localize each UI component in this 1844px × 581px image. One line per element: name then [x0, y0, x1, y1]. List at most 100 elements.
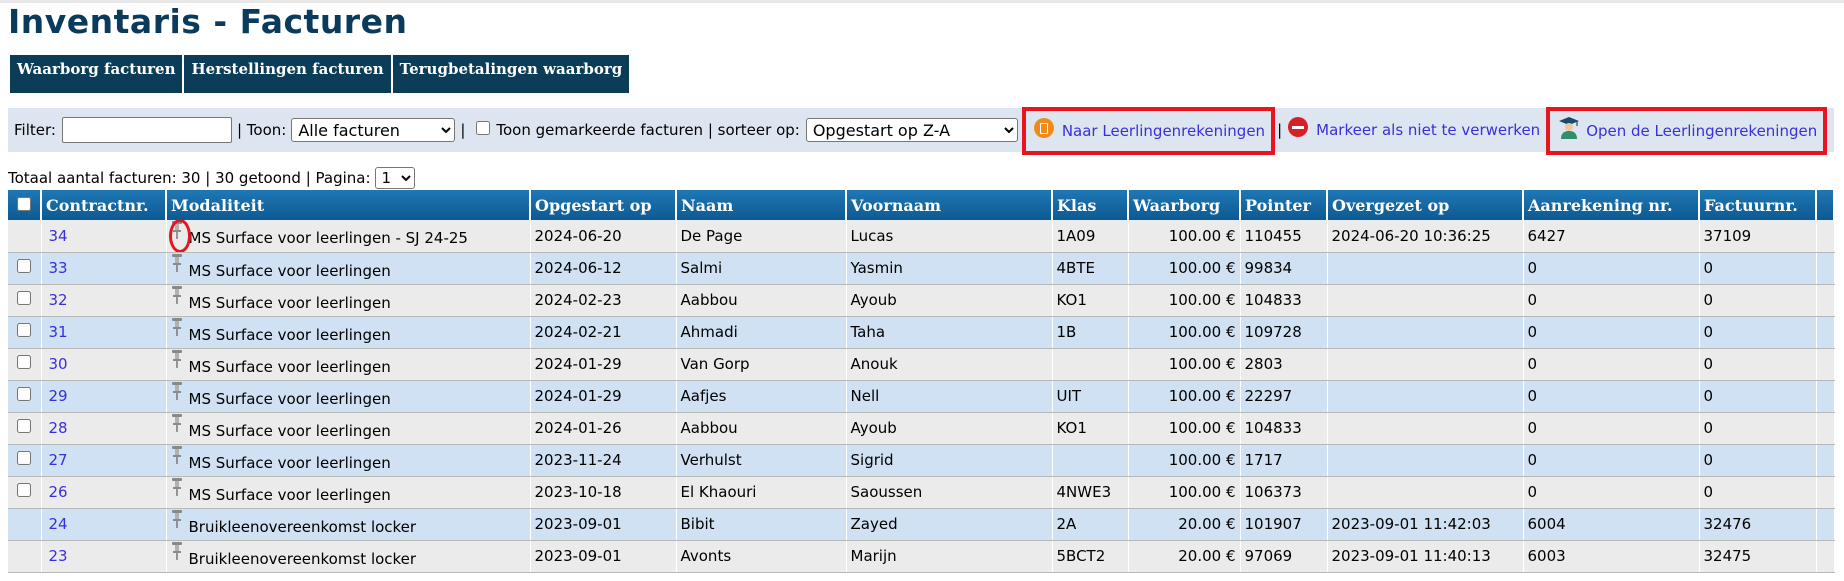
contract-link[interactable]: 28 [49, 419, 68, 437]
pointer-cell: 1717 [1240, 444, 1328, 477]
header-klas[interactable]: Klas [1052, 190, 1129, 220]
separator: | [460, 121, 466, 139]
voornaam-cell: Ayoub [846, 284, 1053, 317]
header-aanrekening-nr[interactable]: Aanrekening nr. [1523, 190, 1700, 220]
klas-cell: UIT [1052, 380, 1129, 413]
page-select[interactable]: 1 [374, 167, 415, 189]
waarborg-cell: 100.00 € [1128, 316, 1241, 349]
naar-leerlingenrekeningen-link[interactable]: Naar Leerlingenrekeningen [1033, 118, 1265, 140]
filter-input[interactable] [61, 117, 232, 143]
modaliteit-cell: MS Surface voor leerlingen [166, 316, 531, 349]
table-header-row: Contractnr. Modaliteit Opgestart op Naam… [8, 190, 1835, 220]
markeer-niet-verwerken-link[interactable]: Markeer als niet te verwerken [1288, 117, 1540, 139]
waarborg-cell: 100.00 € [1128, 252, 1241, 285]
row-spacer [1816, 380, 1835, 413]
naam-cell: Ahmadi [676, 316, 847, 349]
aanrekening-cell: 0 [1523, 380, 1700, 413]
tab-herstellingen-facturen[interactable]: Herstellingen facturen [184, 55, 393, 93]
header-naam[interactable]: Naam [676, 190, 847, 220]
header-contractnr[interactable]: Contractnr. [41, 190, 167, 220]
sort-select[interactable]: Opgestart op Z-A [805, 118, 1018, 142]
contract-link[interactable]: 32 [49, 291, 68, 309]
show-marked-checkbox[interactable] [476, 121, 491, 135]
header-voornaam[interactable]: Voornaam [846, 190, 1053, 220]
opgestart-cell: 2023-11-24 [530, 444, 677, 477]
row-checkbox[interactable] [17, 355, 32, 369]
voornaam-cell: Lucas [846, 220, 1053, 253]
modaliteit-text: MS Surface voor leerlingen [188, 485, 391, 504]
contract-link[interactable]: 26 [49, 483, 68, 501]
pointer-cell: 109728 [1240, 316, 1328, 349]
header-factuurnr[interactable]: Factuurnr. [1699, 190, 1817, 220]
contract-link[interactable]: 31 [49, 323, 68, 341]
waarborg-cell: 20.00 € [1128, 508, 1241, 541]
pushpin-icon[interactable] [171, 317, 183, 337]
contract-link[interactable]: 24 [49, 515, 68, 533]
pointer-cell: 99834 [1240, 252, 1328, 285]
voornaam-cell: Marijn [846, 540, 1053, 573]
header-waarborg[interactable]: Waarborg [1128, 190, 1241, 220]
row-checkbox[interactable] [17, 483, 32, 497]
opgestart-cell: 2023-10-18 [530, 476, 677, 509]
waarborg-cell: 20.00 € [1128, 540, 1241, 573]
tab-waarborg-facturen[interactable]: Waarborg facturen [10, 55, 185, 93]
pushpin-icon[interactable] [171, 285, 183, 305]
contract-link[interactable]: 27 [49, 451, 68, 469]
pushpin-icon[interactable] [171, 381, 183, 401]
pushpin-icon[interactable] [171, 253, 183, 273]
contract-link[interactable]: 29 [49, 387, 68, 405]
naam-cell: El Khaouri [676, 476, 847, 509]
klas-cell: KO1 [1052, 412, 1129, 445]
aanrekening-cell: 0 [1523, 444, 1700, 477]
pointer-cell: 104833 [1240, 412, 1328, 445]
header-pointer[interactable]: Pointer [1240, 190, 1328, 220]
pushpin-icon[interactable] [171, 477, 183, 497]
contract-link[interactable]: 34 [49, 227, 68, 245]
row-checkbox[interactable] [17, 323, 32, 337]
overgezet-cell [1327, 444, 1524, 477]
waarborg-cell: 100.00 € [1128, 412, 1241, 445]
select-all-checkbox[interactable] [17, 196, 31, 211]
header-overgezet-op[interactable]: Overgezet op [1327, 190, 1524, 220]
pushpin-icon[interactable] [171, 349, 183, 369]
row-select-cell [8, 508, 42, 541]
header-opgestart-op[interactable]: Opgestart op [530, 190, 677, 220]
aanrekening-cell: 6003 [1523, 540, 1700, 573]
pushpin-icon[interactable] [171, 509, 183, 529]
header-modaliteit[interactable]: Modaliteit [166, 190, 531, 220]
aanrekening-cell: 0 [1523, 412, 1700, 445]
row-checkbox[interactable] [17, 419, 32, 433]
highlight-box-leerlingen: Naar Leerlingenrekeningen [1021, 107, 1276, 155]
contract-link[interactable]: 30 [49, 355, 68, 373]
opgestart-cell: 2024-06-20 [530, 220, 677, 253]
row-checkbox[interactable] [17, 291, 32, 305]
aanrekening-cell: 0 [1523, 284, 1700, 317]
row-checkbox[interactable] [17, 451, 32, 465]
row-checkbox[interactable] [17, 259, 32, 273]
contract-cell: 26 [41, 476, 167, 509]
row-select-cell [8, 540, 42, 573]
table-row: 24 Bruikleenovereenkomst locker 2023-09-01… [8, 508, 1835, 541]
modaliteit-text: MS Surface voor leerlingen [188, 389, 391, 408]
row-checkbox[interactable] [17, 387, 32, 401]
contract-cell: 29 [41, 380, 167, 413]
factuur-cell: 37109 [1699, 220, 1817, 253]
pushpin-icon[interactable] [171, 541, 183, 561]
pointer-cell: 106373 [1240, 476, 1328, 509]
filter-label: Filter: [14, 121, 56, 139]
select-all-header [8, 190, 42, 220]
contract-link[interactable]: 23 [49, 547, 68, 565]
pushpin-icon[interactable] [171, 445, 183, 465]
contract-link[interactable]: 33 [49, 259, 68, 277]
overgezet-cell [1327, 380, 1524, 413]
show-select[interactable]: Alle facturen [291, 118, 456, 142]
modaliteit-cell: MS Surface voor leerlingen [166, 348, 531, 381]
pushpin-icon[interactable] [171, 413, 183, 433]
row-select-cell [8, 220, 42, 253]
opgestart-cell: 2024-01-29 [530, 348, 677, 381]
open-leerlingenrekeningen-link[interactable]: Open de Leerlingenrekeningen [1558, 117, 1817, 140]
table-row: 26 MS Surface voor leerlingen 2023-10-18 El… [8, 476, 1835, 509]
row-spacer [1816, 252, 1835, 285]
tab-terugbetalingen-waarborg[interactable]: Terugbetalingen waarborg [392, 55, 630, 93]
naam-cell: De Page [676, 220, 847, 253]
